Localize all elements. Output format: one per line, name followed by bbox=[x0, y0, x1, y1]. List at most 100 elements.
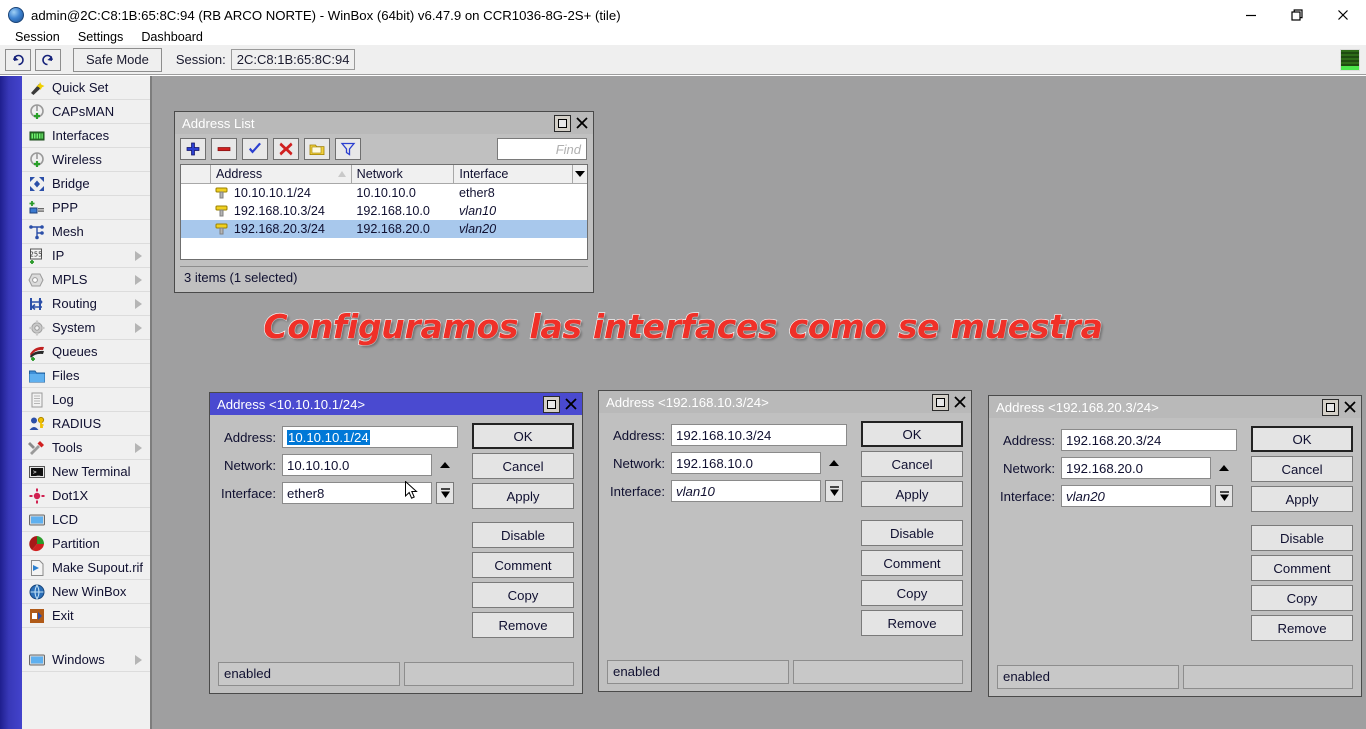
copy-button[interactable]: Copy bbox=[472, 582, 574, 608]
sidebar-item-partition[interactable]: Partition bbox=[22, 532, 150, 556]
close-icon[interactable] bbox=[573, 115, 590, 132]
table-row[interactable]: 192.168.20.3/24 192.168.20.0 vlan20 bbox=[181, 220, 587, 238]
disable-button[interactable] bbox=[273, 138, 299, 160]
comment-button[interactable] bbox=[304, 138, 330, 160]
address-input[interactable]: 192.168.10.3/24 bbox=[671, 424, 847, 446]
cell-network: 192.168.20.0 bbox=[351, 220, 454, 238]
filter-button[interactable] bbox=[335, 138, 361, 160]
menu-settings[interactable]: Settings bbox=[69, 30, 133, 45]
interface-dropdown-icon[interactable] bbox=[436, 482, 454, 504]
close-icon[interactable] bbox=[1320, 0, 1366, 30]
maximize-icon[interactable] bbox=[1322, 399, 1339, 416]
svg-text:255: 255 bbox=[30, 250, 43, 258]
session-value[interactable]: 2C:C8:1B:65:8C:94 bbox=[231, 49, 356, 70]
network-expand-up-icon[interactable] bbox=[436, 454, 454, 476]
close-icon[interactable] bbox=[562, 396, 579, 413]
column-header-interface[interactable]: Interface bbox=[454, 165, 572, 183]
undo-icon[interactable] bbox=[5, 49, 31, 71]
apply-button[interactable]: Apply bbox=[861, 481, 963, 507]
network-input[interactable]: 10.10.10.0 bbox=[282, 454, 432, 476]
apply-button[interactable]: Apply bbox=[472, 483, 574, 509]
address-dialog-3-titlebar[interactable]: Address <192.168.20.3/24> bbox=[989, 396, 1361, 418]
maximize-icon[interactable] bbox=[932, 394, 949, 411]
remove-button[interactable]: Remove bbox=[472, 612, 574, 638]
cancel-button[interactable]: Cancel bbox=[472, 453, 574, 479]
sidebar-item-label: Wireless bbox=[52, 152, 102, 167]
maximize-icon[interactable] bbox=[554, 115, 571, 132]
maximize-icon[interactable] bbox=[1274, 0, 1320, 30]
menu-session[interactable]: Session bbox=[6, 30, 69, 45]
remove-button[interactable]: Remove bbox=[861, 610, 963, 636]
sidebar-item-windows[interactable]: Windows bbox=[22, 648, 150, 672]
sidebar-item-log[interactable]: Log bbox=[22, 388, 150, 412]
address-list-titlebar[interactable]: Address List bbox=[175, 112, 593, 134]
interface-dropdown-icon[interactable] bbox=[1215, 485, 1233, 507]
sidebar-item-dot1x[interactable]: Dot1X bbox=[22, 484, 150, 508]
apply-button[interactable]: Apply bbox=[1251, 486, 1353, 512]
redo-icon[interactable] bbox=[35, 49, 61, 71]
sidebar-item-new-winbox[interactable]: New WinBox bbox=[22, 580, 150, 604]
disable-button[interactable]: Disable bbox=[1251, 525, 1353, 551]
column-header-icon[interactable] bbox=[181, 165, 211, 183]
cancel-button[interactable]: Cancel bbox=[1251, 456, 1353, 482]
comment-button[interactable]: Comment bbox=[472, 552, 574, 578]
network-expand-up-icon[interactable] bbox=[825, 452, 843, 474]
ok-button[interactable]: OK bbox=[861, 421, 963, 447]
enable-button[interactable] bbox=[242, 138, 268, 160]
sidebar-item-quick-set[interactable]: Quick Set bbox=[22, 76, 150, 100]
remove-button[interactable]: Remove bbox=[1251, 615, 1353, 641]
sidebar-item-ip[interactable]: 255 IP bbox=[22, 244, 150, 268]
sidebar-item-exit[interactable]: Exit bbox=[22, 604, 150, 628]
add-button[interactable] bbox=[180, 138, 206, 160]
column-header-network[interactable]: Network bbox=[352, 165, 455, 183]
sidebar-item-label: Partition bbox=[52, 536, 100, 551]
sidebar-item-mesh[interactable]: Mesh bbox=[22, 220, 150, 244]
interface-dropdown-icon[interactable] bbox=[825, 480, 843, 502]
sidebar-item-new-terminal[interactable]: >_ New Terminal bbox=[22, 460, 150, 484]
column-header-address[interactable]: Address bbox=[211, 165, 352, 183]
sidebar-item-bridge[interactable]: Bridge bbox=[22, 172, 150, 196]
table-row[interactable]: 192.168.10.3/24 192.168.10.0 vlan10 bbox=[181, 202, 587, 220]
column-chooser-button[interactable] bbox=[573, 165, 587, 183]
cancel-button[interactable]: Cancel bbox=[861, 451, 963, 477]
sidebar-item-make-supout[interactable]: Make Supout.rif bbox=[22, 556, 150, 580]
maximize-icon[interactable] bbox=[543, 396, 560, 413]
comment-button[interactable]: Comment bbox=[1251, 555, 1353, 581]
sidebar-item-tools[interactable]: Tools bbox=[22, 436, 150, 460]
disable-button[interactable]: Disable bbox=[861, 520, 963, 546]
network-input[interactable]: 192.168.20.0 bbox=[1061, 457, 1211, 479]
close-icon[interactable] bbox=[1341, 399, 1358, 416]
interface-input[interactable]: vlan10 bbox=[671, 480, 821, 502]
interface-input[interactable]: vlan20 bbox=[1061, 485, 1211, 507]
close-icon[interactable] bbox=[951, 394, 968, 411]
sidebar-item-wireless[interactable]: Wireless bbox=[22, 148, 150, 172]
address-dialog-2-titlebar[interactable]: Address <192.168.10.3/24> bbox=[599, 391, 971, 413]
sidebar-item-interfaces[interactable]: Interfaces bbox=[22, 124, 150, 148]
sidebar-item-capsman[interactable]: CAPsMAN bbox=[22, 100, 150, 124]
minimize-icon[interactable] bbox=[1228, 0, 1274, 30]
sidebar-item-radius[interactable]: RADIUS bbox=[22, 412, 150, 436]
address-dialog-3: Address <192.168.20.3/24> Address: 192.1… bbox=[988, 395, 1362, 697]
remove-button[interactable] bbox=[211, 138, 237, 160]
network-input[interactable]: 192.168.10.0 bbox=[671, 452, 821, 474]
ok-button[interactable]: OK bbox=[472, 423, 574, 449]
comment-button[interactable]: Comment bbox=[861, 550, 963, 576]
address-input[interactable]: 10.10.10.1/24 bbox=[282, 426, 458, 448]
address-dialog-3-window-controls bbox=[1322, 399, 1361, 416]
copy-button[interactable]: Copy bbox=[1251, 585, 1353, 611]
sidebar-item-mpls[interactable]: MPLS bbox=[22, 268, 150, 292]
copy-button[interactable]: Copy bbox=[861, 580, 963, 606]
ok-button[interactable]: OK bbox=[1251, 426, 1353, 452]
network-expand-up-icon[interactable] bbox=[1215, 457, 1233, 479]
sidebar-item-ppp[interactable]: PPP bbox=[22, 196, 150, 220]
disable-button[interactable]: Disable bbox=[472, 522, 574, 548]
address-dialog-3-buttons: OK Cancel Apply Disable Comment Copy Rem… bbox=[1251, 426, 1353, 645]
sidebar-item-lcd[interactable]: LCD bbox=[22, 508, 150, 532]
table-row[interactable]: 10.10.10.1/24 10.10.10.0 ether8 bbox=[181, 184, 587, 202]
menu-dashboard[interactable]: Dashboard bbox=[132, 30, 212, 45]
find-input[interactable]: Find bbox=[497, 138, 587, 160]
safe-mode-button[interactable]: Safe Mode bbox=[73, 48, 162, 72]
address-input[interactable]: 192.168.20.3/24 bbox=[1061, 429, 1237, 451]
sidebar-item-files[interactable]: Files bbox=[22, 364, 150, 388]
address-dialog-1-titlebar[interactable]: Address <10.10.10.1/24> bbox=[210, 393, 582, 415]
